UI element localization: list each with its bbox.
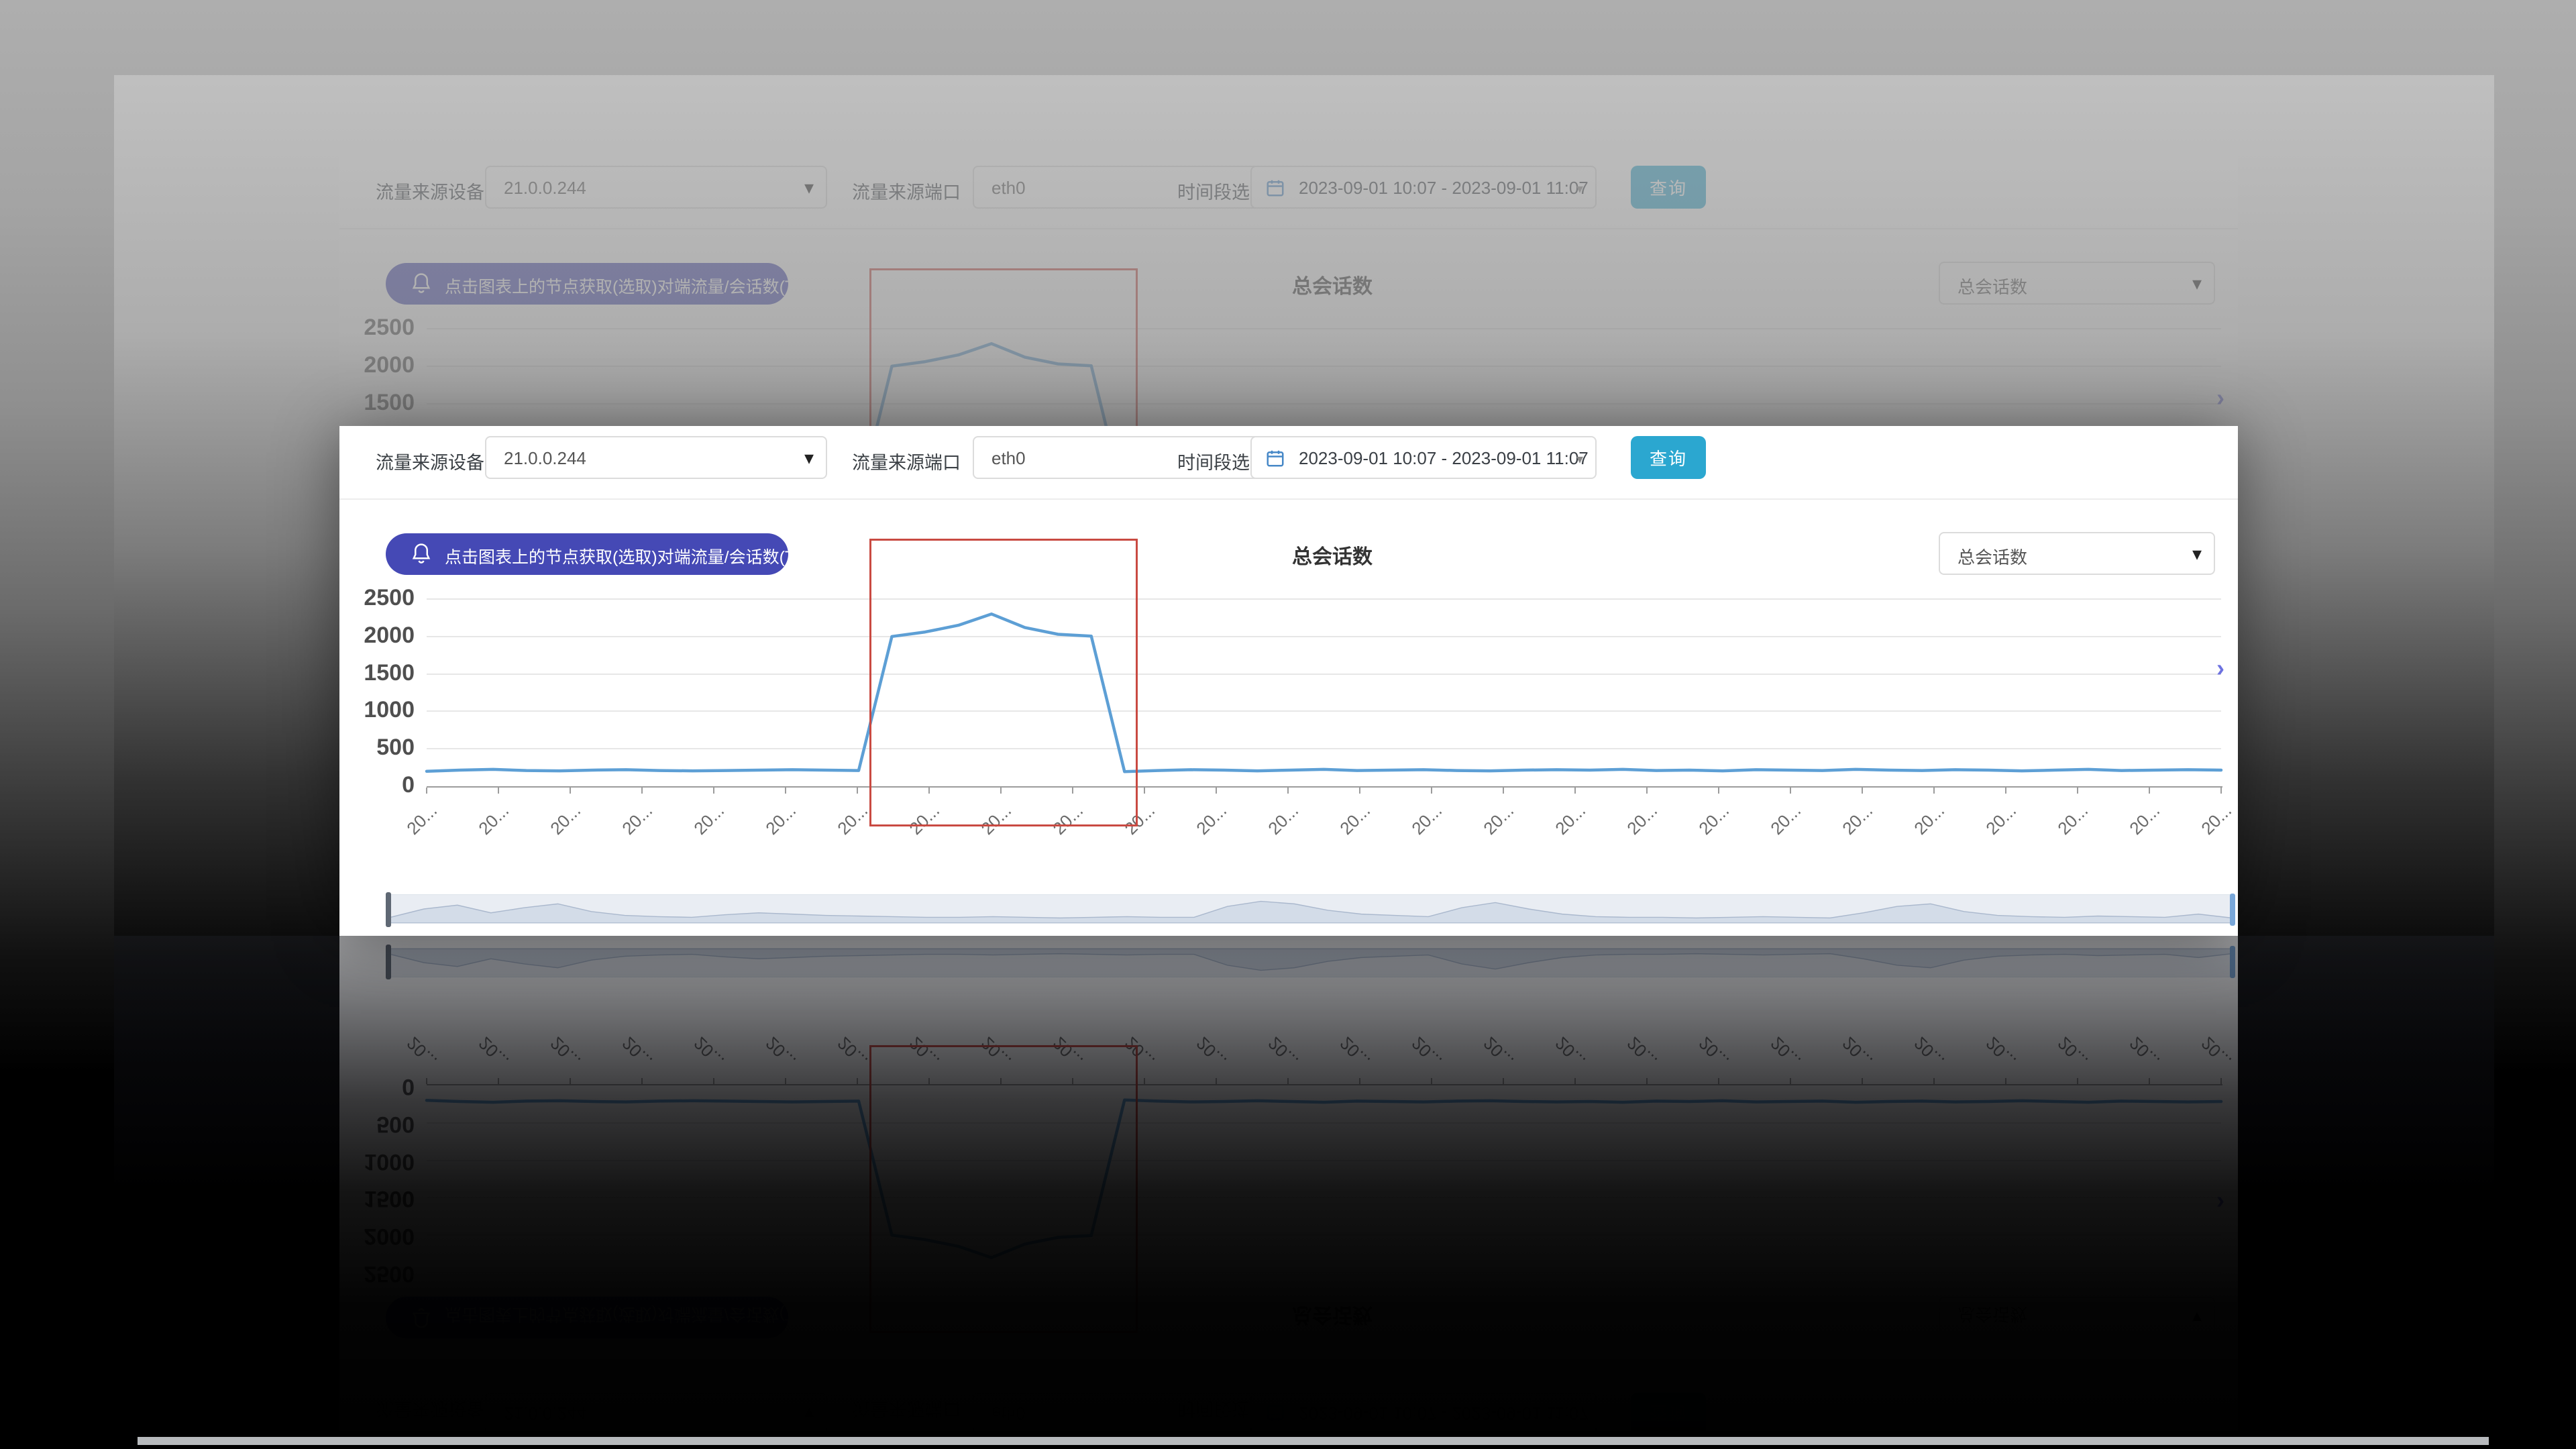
x-axis-tick	[1790, 788, 1791, 794]
chevron-down-icon: ▾	[804, 447, 814, 469]
x-axis-label: 20...	[1892, 800, 1949, 857]
x-axis-label: 20...	[816, 800, 872, 857]
y-axis-label: 1500	[339, 660, 415, 686]
time-range-value: 2023-09-01 10:07 - 2023-09-01 11:07	[1299, 448, 1589, 469]
y-axis-label: 0	[339, 772, 415, 798]
x-axis-tick	[1933, 788, 1935, 794]
hint-pill-text: 点击图表上的节点获取(选取)对端流量/会话数(TOP20)详情	[445, 544, 877, 568]
x-axis-tick	[1503, 788, 1504, 794]
x-axis-tick	[1287, 788, 1289, 794]
x-axis-tick	[2005, 788, 2006, 794]
x-axis-line	[427, 786, 2222, 788]
toolbar-divider	[339, 498, 2238, 500]
x-axis-tick	[641, 788, 643, 794]
zoom-highlight-rect[interactable]	[869, 539, 1138, 826]
port-select-label: 流量来源端口	[852, 448, 961, 474]
x-axis-tick	[498, 788, 499, 794]
chart-panel: 流量来源设备 21.0.0.244 ▾ 流量来源端口 eth0 ▾ 时间段选择 …	[339, 426, 2238, 936]
bell-icon	[411, 543, 431, 569]
floor-edge-line	[138, 1437, 2489, 1445]
x-axis-label: 20...	[2180, 800, 2236, 857]
brush-overview-area	[390, 895, 2232, 923]
calendar-icon	[1265, 448, 1285, 472]
x-axis-label: 20...	[1175, 800, 1231, 857]
x-axis-label: 20...	[1246, 800, 1303, 857]
datazoom-brush[interactable]	[390, 894, 2233, 924]
device-select-value: 21.0.0.244	[504, 448, 586, 469]
x-axis-tick	[1646, 788, 1648, 794]
x-axis-label: 20...	[672, 800, 729, 857]
traffic-device-select[interactable]: 21.0.0.244 ▾	[485, 436, 827, 479]
chevron-right-icon[interactable]: ›	[2216, 654, 2224, 682]
x-axis-label: 20...	[1390, 800, 1446, 857]
x-axis-tick	[1144, 788, 1145, 794]
x-axis-label: 20...	[529, 800, 585, 857]
x-axis-tick	[426, 788, 427, 794]
x-axis-label: 20...	[2036, 800, 2092, 857]
device-select-label: 流量来源设备	[376, 448, 484, 474]
x-axis-tick	[2149, 788, 2150, 794]
x-axis-tick	[570, 788, 571, 794]
chevron-down-icon: ▾	[2192, 543, 2202, 565]
brush-left-handle[interactable]	[386, 892, 391, 927]
gridline	[427, 598, 2221, 600]
gridline	[427, 636, 2221, 637]
metric-select-value: 总会话数	[1957, 544, 2027, 569]
x-axis-label: 20...	[1318, 800, 1375, 857]
x-axis-label: 20...	[1677, 800, 1733, 857]
hint-pill[interactable]: 点击图表上的节点获取(选取)对端流量/会话数(TOP20)详情	[386, 533, 788, 575]
panel-reflection: 流量来源设备 21.0.0.244 ▾ 流量来源端口 eth0 ▾ 时间段选择 …	[114, 936, 2494, 1449]
y-axis-label: 2000	[339, 623, 415, 649]
gridline	[427, 748, 2221, 749]
x-axis-tick	[2077, 788, 2078, 794]
x-axis-label: 20...	[1821, 800, 1877, 857]
brush-right-handle[interactable]	[2230, 894, 2235, 926]
x-axis-label: 20...	[600, 800, 657, 857]
x-axis-label: 20...	[457, 800, 513, 857]
metric-select[interactable]: 总会话数 ▾	[1939, 532, 2215, 575]
scene: 流量来源设备 21.0.0.244 ▾ 流量来源端口 eth0 ▾ 时间段选择 …	[0, 0, 2576, 1449]
query-button[interactable]: 查询	[1631, 436, 1706, 479]
x-axis-tick	[857, 788, 858, 794]
reflection-fade-overlay	[114, 936, 2494, 1449]
x-axis-label: 20...	[744, 800, 800, 857]
x-axis-tick	[1718, 788, 1719, 794]
x-axis-tick	[1574, 788, 1576, 794]
x-axis-tick	[785, 788, 786, 794]
x-axis-tick	[713, 788, 714, 794]
y-axis-label: 2500	[339, 585, 415, 611]
port-select-value: eth0	[991, 448, 1026, 469]
x-axis-label: 20...	[1605, 800, 1662, 857]
x-axis-label: 20...	[385, 800, 441, 857]
gridline	[427, 710, 2221, 712]
x-axis-tick	[2220, 788, 2222, 794]
time-range-picker[interactable]: 2023-09-01 10:07 - 2023-09-01 11:07 ▾	[1250, 436, 1597, 479]
caret-icon: ▾	[1576, 451, 1583, 468]
x-axis-label: 20...	[2108, 800, 2164, 857]
y-axis-label: 1000	[339, 697, 415, 723]
x-axis-label: 20...	[1534, 800, 1590, 857]
x-axis-tick	[1359, 788, 1360, 794]
chart-title: 总会话数	[1131, 540, 1534, 570]
gridline	[427, 674, 2221, 675]
x-axis-tick	[1216, 788, 1217, 794]
x-axis-label: 20...	[1964, 800, 2021, 857]
x-axis-tick	[1862, 788, 1863, 794]
x-axis-label: 20...	[1749, 800, 1805, 857]
line-series-layer	[339, 426, 2238, 936]
x-axis-tick	[1431, 788, 1432, 794]
y-axis-label: 500	[339, 735, 415, 761]
x-axis-label: 20...	[1462, 800, 1518, 857]
